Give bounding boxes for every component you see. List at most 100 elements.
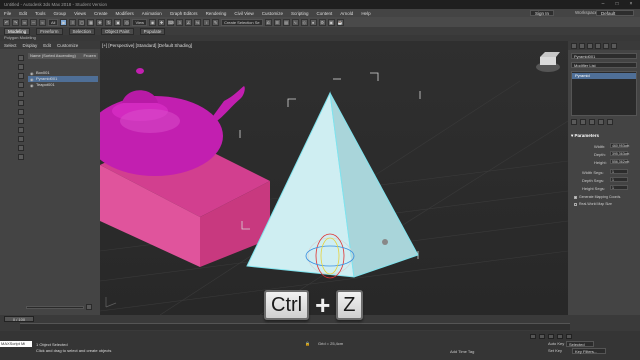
curve-editor-icon[interactable]: ∿ xyxy=(291,18,299,26)
menu-group[interactable]: Group xyxy=(54,11,67,16)
make-unique-icon[interactable] xyxy=(589,119,595,125)
menu-file[interactable]: File xyxy=(4,11,11,16)
align-icon[interactable]: ☰ xyxy=(273,18,281,26)
explorer-tab-select[interactable]: Select xyxy=(4,43,17,48)
filter-cameras-icon[interactable] xyxy=(18,82,24,88)
object-name-field[interactable]: Pyramid001 xyxy=(571,53,637,59)
workspace-select[interactable]: Default xyxy=(596,10,634,16)
show-end-result-icon[interactable] xyxy=(580,119,586,125)
viewcube-icon[interactable] xyxy=(536,52,560,72)
motion-tab-icon[interactable] xyxy=(595,43,601,49)
set-key-button[interactable]: Set Key xyxy=(548,348,562,353)
select-by-name-icon[interactable]: ≡ xyxy=(69,18,77,26)
viewport-label[interactable]: [+] [Perspective] [Standard] [Default Sh… xyxy=(102,43,192,48)
mirror-icon[interactable]: ⎌ xyxy=(264,18,272,26)
window-crossing-icon[interactable]: ▦ xyxy=(87,18,95,26)
utilities-tab-icon[interactable] xyxy=(611,43,617,49)
configure-sets-icon[interactable] xyxy=(607,119,613,125)
filter-xrefs-icon[interactable] xyxy=(18,118,24,124)
display-tab-icon[interactable] xyxy=(603,43,609,49)
named-selection-set[interactable]: Create Selection Se xyxy=(221,18,263,26)
stack-item-pyramid[interactable]: Pyramid xyxy=(572,73,636,79)
filter-hidden-icon[interactable] xyxy=(18,154,24,160)
key-filters-button[interactable]: Key Filters... xyxy=(572,348,606,354)
filter-helpers-icon[interactable] xyxy=(18,91,24,97)
scene-row-teapot001[interactable]: ◉ Teapot001 xyxy=(28,82,98,88)
menu-views[interactable]: Views xyxy=(74,11,86,16)
manipulate-icon[interactable]: ✚ xyxy=(158,18,166,26)
menu-customize[interactable]: Customize xyxy=(262,11,283,16)
filter-bones-icon[interactable] xyxy=(18,127,24,133)
depth-spinner[interactable]: 395,363cm xyxy=(610,151,629,156)
keyboard-shortcut-icon[interactable]: ⌨ xyxy=(167,18,175,26)
schematic-view-icon[interactable]: ◇ xyxy=(300,18,308,26)
sign-in-dropdown[interactable]: Sign In xyxy=(530,10,555,16)
reference-coord-system[interactable]: View xyxy=(132,18,148,26)
explorer-tab-edit[interactable]: Edit xyxy=(43,43,51,48)
percent-snap-icon[interactable]: % xyxy=(194,18,202,26)
filter-spacewarps-icon[interactable] xyxy=(18,100,24,106)
modifier-list-dropdown[interactable]: Modifier List xyxy=(571,62,637,68)
filter-frozen-icon[interactable] xyxy=(18,145,24,151)
track-bar[interactable] xyxy=(20,323,570,330)
add-time-tag[interactable]: Add Time Tag xyxy=(450,349,474,354)
pivot-icon[interactable]: ◉ xyxy=(149,18,157,26)
menu-help[interactable]: Help xyxy=(361,11,370,16)
play-icon[interactable] xyxy=(548,334,554,339)
maxscript-listener[interactable]: MAXScript Mi xyxy=(0,341,32,347)
next-frame-icon[interactable] xyxy=(557,334,563,339)
rect-selection-icon[interactable]: ▢ xyxy=(78,18,86,26)
menu-edit[interactable]: Edit xyxy=(19,11,27,16)
remove-modifier-icon[interactable] xyxy=(598,119,604,125)
tab-selection[interactable]: Selection xyxy=(68,27,96,35)
render-setup-icon[interactable]: ⚙ xyxy=(318,18,326,26)
perspective-viewport[interactable]: [+] [Perspective] [Standard] [Default Sh… xyxy=(100,41,568,315)
lock-selection-icon[interactable]: 🔒 xyxy=(305,341,310,346)
menu-modifiers[interactable]: Modifiers xyxy=(116,11,134,16)
move-icon[interactable]: ✥ xyxy=(96,18,104,26)
modify-tab-icon[interactable] xyxy=(579,43,585,49)
menu-rendering[interactable]: Rendering xyxy=(206,11,227,16)
tab-freeform[interactable]: Freeform xyxy=(36,27,63,35)
go-to-end-icon[interactable] xyxy=(566,334,572,339)
real-world-map-checkbox[interactable]: Real-World Map Size xyxy=(574,202,612,206)
pyramid001[interactable] xyxy=(246,91,419,278)
menu-arnold[interactable]: Arnold xyxy=(340,11,353,16)
rotate-icon[interactable]: ↻ xyxy=(105,18,113,26)
filter-lights-icon[interactable] xyxy=(18,73,24,79)
filter-geometry-icon[interactable] xyxy=(18,55,24,61)
parameters-rollout[interactable]: ▾ Parameters xyxy=(571,133,637,139)
bind-space-warp-icon[interactable]: ≈ xyxy=(39,18,46,26)
scale-icon[interactable]: ▣ xyxy=(114,18,122,26)
filter-shapes-icon[interactable] xyxy=(18,64,24,70)
explorer-tab-display[interactable]: Display xyxy=(23,43,38,48)
generate-mapping-checkbox[interactable]: Generate Mapping Coords. xyxy=(574,195,621,199)
visibility-eye-icon[interactable]: ◉ xyxy=(30,83,34,89)
sort-icon[interactable] xyxy=(86,304,92,310)
height-spinner[interactable]: 556,362cm xyxy=(610,159,629,164)
tab-object-paint[interactable]: Object Paint xyxy=(101,27,134,35)
hierarchy-tab-icon[interactable] xyxy=(587,43,593,49)
maximize-button[interactable]: □ xyxy=(612,1,622,8)
edit-named-sel-icon[interactable]: ✎ xyxy=(212,18,220,26)
menu-scripting[interactable]: Scripting xyxy=(291,11,309,16)
explorer-tab-customize[interactable]: Customize xyxy=(57,43,78,48)
filter-containers-icon[interactable] xyxy=(18,136,24,142)
spinner-snap-icon[interactable]: ↕ xyxy=(203,18,211,26)
width-segs-spinner[interactable]: 1 xyxy=(610,169,628,174)
key-selection-dropdown[interactable]: Selected xyxy=(566,341,594,347)
go-to-start-icon[interactable] xyxy=(530,334,536,339)
auto-key-button[interactable]: Auto Key xyxy=(548,341,564,346)
angle-snap-icon[interactable]: ∠ xyxy=(185,18,193,26)
selection-filter[interactable]: All xyxy=(48,18,59,26)
unlink-icon[interactable]: ∽ xyxy=(30,18,37,26)
placement-icon[interactable]: ◎ xyxy=(123,18,131,26)
depth-segs-spinner[interactable]: 1 xyxy=(610,177,628,182)
previous-frame-icon[interactable] xyxy=(539,334,545,339)
tab-modeling[interactable]: Modeling xyxy=(4,27,31,35)
layer-explorer-icon[interactable]: ▤ xyxy=(282,18,290,26)
menu-graph-editors[interactable]: Graph Editors xyxy=(170,11,198,16)
link-icon[interactable]: ∞ xyxy=(21,18,28,26)
rendered-frame-icon[interactable]: ▣ xyxy=(327,18,335,26)
minimize-button[interactable]: – xyxy=(598,1,608,8)
